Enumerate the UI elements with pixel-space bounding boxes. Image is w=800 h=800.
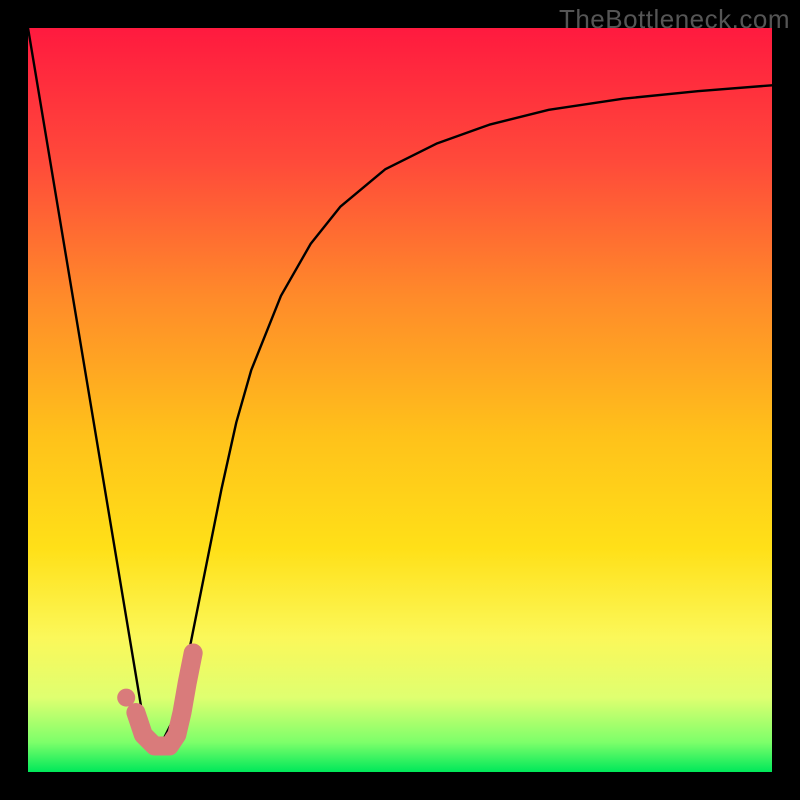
- chart-plot-area: [28, 28, 772, 772]
- data-point: [117, 689, 135, 707]
- chart-background: [28, 28, 772, 772]
- chart-svg: [28, 28, 772, 772]
- watermark-text: TheBottleneck.com: [559, 4, 790, 35]
